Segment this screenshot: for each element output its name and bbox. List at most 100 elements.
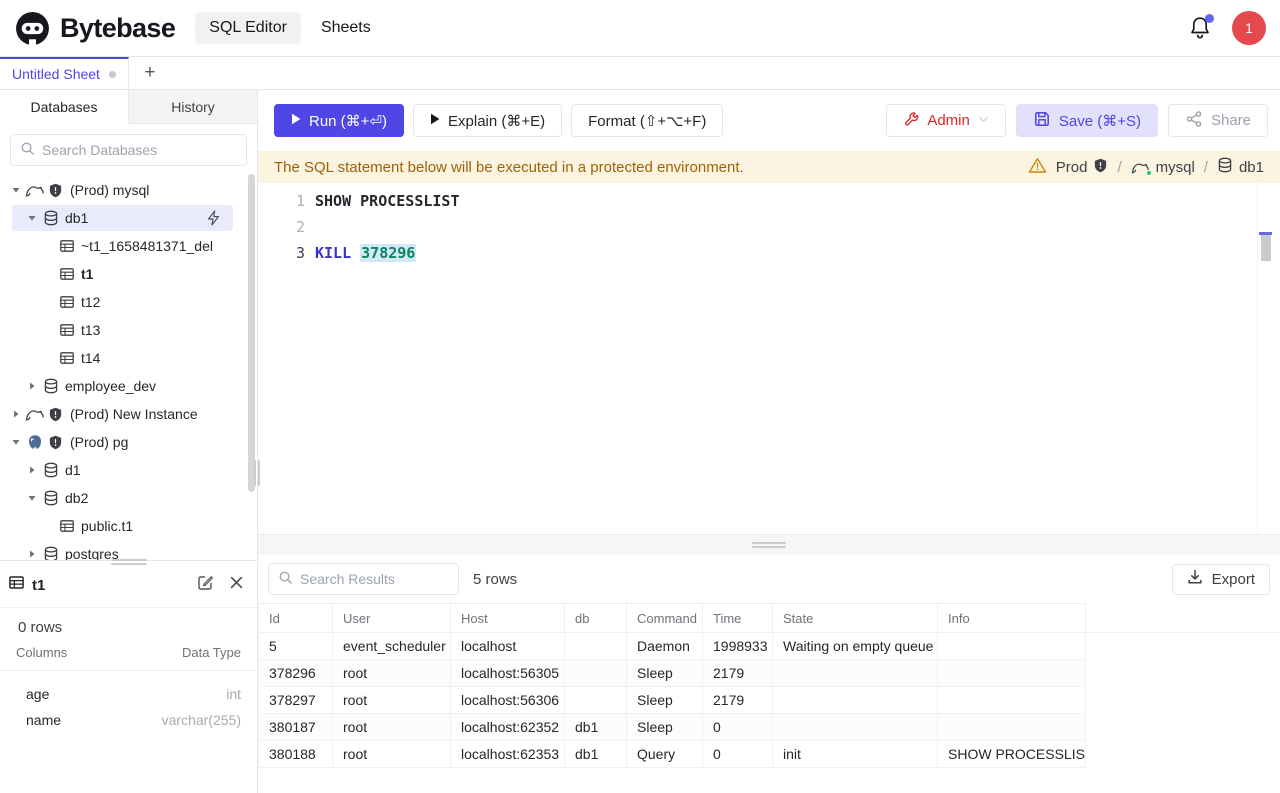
notification-bell-icon[interactable] [1188, 15, 1212, 41]
column-header[interactable]: Info [938, 604, 1086, 633]
column-header[interactable]: Id [259, 604, 333, 633]
table-cell: 378297 [259, 687, 333, 714]
schema-column-row[interactable]: namevarchar(255) [0, 707, 257, 733]
tree-item[interactable]: public.t1 [0, 512, 257, 540]
table-icon [56, 266, 78, 282]
column-header[interactable]: Command [627, 604, 703, 633]
brand-wordmark: Bytebase [60, 13, 175, 44]
editor-scrollbar-thumb[interactable] [1261, 235, 1271, 261]
export-button[interactable]: Export [1172, 564, 1270, 595]
tree-item-label: t1 [81, 266, 93, 282]
table-row[interactable]: 380188rootlocalhost:62353db1Query0initSH… [259, 741, 1280, 768]
database-icon [1217, 157, 1233, 177]
column-header[interactable]: db [565, 604, 627, 633]
results-resize-divider[interactable] [258, 534, 1280, 555]
caret-down-icon[interactable] [8, 437, 24, 447]
format-button[interactable]: Format (⇧+⌥+F) [571, 104, 723, 137]
schema-column-row[interactable]: ageint [0, 681, 257, 707]
table-row[interactable]: 378296rootlocalhost:56305Sleep2179 [259, 660, 1280, 687]
mysql-icon [24, 407, 46, 422]
search-results-input[interactable]: Search Results [268, 563, 459, 595]
tree-item[interactable]: (Prod) pg [0, 428, 257, 456]
column-header[interactable]: User [333, 604, 451, 633]
lightning-icon[interactable] [206, 210, 221, 226]
line-number: 2 [258, 214, 305, 240]
database-icon [40, 546, 62, 560]
column-header[interactable]: Host [451, 604, 565, 633]
caret-down-icon[interactable] [8, 185, 24, 195]
tree-item-label: db1 [65, 210, 88, 226]
editor-toolbar: Run (⌘+⏎) Explain (⌘+E) Format (⇧+⌥+F) A… [258, 90, 1280, 151]
protected-environment-banner: The SQL statement below will be executed… [258, 151, 1280, 183]
tab-databases[interactable]: Databases [0, 90, 128, 124]
caret-down-icon[interactable] [24, 493, 40, 503]
tree-item[interactable]: db2 [0, 484, 257, 512]
database-icon [40, 378, 62, 394]
column-header[interactable]: Time [703, 604, 773, 633]
table-cell: init [773, 741, 938, 768]
tree-item[interactable]: t13 [0, 316, 257, 344]
caret-right-icon[interactable] [8, 409, 24, 419]
editor-line[interactable]: 1SHOW PROCESSLIST [258, 188, 1280, 214]
close-panel-icon[interactable] [230, 576, 243, 594]
tree-item[interactable]: ~t1_1658481371_del [0, 232, 257, 260]
tab-history[interactable]: History [128, 90, 257, 124]
tree-item[interactable]: t14 [0, 344, 257, 372]
shield-exclaim-icon [46, 183, 65, 198]
tree-item-label: (Prod) pg [70, 434, 128, 450]
sql-editor[interactable]: 1SHOW PROCESSLIST23KILL 378296 [258, 183, 1280, 534]
filler-cell [1086, 714, 1280, 741]
admin-button[interactable]: Admin [886, 104, 1006, 137]
tree-item[interactable]: t1 [0, 260, 257, 288]
avatar[interactable]: 1 [1232, 11, 1266, 45]
run-button[interactable]: Run (⌘+⏎) [274, 104, 404, 137]
tree-item[interactable]: t12 [0, 288, 257, 316]
tree-item-label: employee_dev [65, 378, 156, 394]
tab-untitled-sheet[interactable]: Untitled Sheet [0, 57, 129, 89]
table-row[interactable]: 380187rootlocalhost:62352db1Sleep0 [259, 714, 1280, 741]
unsaved-dot-icon [109, 71, 116, 78]
tree-item[interactable]: d1 [0, 456, 257, 484]
table-cell: Sleep [627, 714, 703, 741]
caret-right-icon[interactable] [24, 465, 40, 475]
sidebar-resize-handle[interactable] [254, 460, 261, 486]
column-header[interactable]: State [773, 604, 938, 633]
tree-item-label: ~t1_1658481371_del [81, 238, 213, 254]
table-cell: root [333, 741, 451, 768]
database-tree: (Prod) mysqldb1~t1_1658481371_delt1t12t1… [0, 172, 257, 560]
shield-exclaim-icon [46, 435, 65, 450]
editor-line[interactable]: 3KILL 378296 [258, 240, 1280, 266]
table-row[interactable]: 378297rootlocalhost:56306Sleep2179 [259, 687, 1280, 714]
save-button[interactable]: Save (⌘+S) [1016, 104, 1158, 137]
caret-right-icon[interactable] [24, 381, 40, 391]
edit-table-icon[interactable] [197, 574, 214, 596]
editor-line[interactable]: 2 [258, 214, 1280, 240]
nav-sheets[interactable]: Sheets [307, 12, 385, 44]
nav-sql-editor[interactable]: SQL Editor [195, 12, 301, 44]
table-cell [565, 687, 627, 714]
search-results-placeholder: Search Results [300, 571, 395, 587]
tree-item[interactable]: (Prod) New Instance [0, 400, 257, 428]
tree-scrollbar[interactable] [248, 174, 255, 492]
table-icon [8, 574, 25, 596]
editor-overview-ruler[interactable] [1257, 183, 1271, 534]
sheet-tab-label: Untitled Sheet [12, 66, 100, 82]
caret-down-icon[interactable] [24, 213, 40, 223]
new-sheet-button[interactable]: + [129, 57, 171, 89]
tree-item[interactable]: db1 [0, 204, 257, 232]
mysql-icon [24, 183, 46, 198]
table-row[interactable]: 5event_schedulerlocalhostDaemon1998933Wa… [259, 633, 1280, 660]
table-cell: localhost:56305 [451, 660, 565, 687]
explain-button[interactable]: Explain (⌘+E) [413, 104, 562, 137]
line-number: 1 [258, 188, 305, 214]
caret-right-icon[interactable] [24, 549, 40, 559]
database-icon [40, 210, 62, 226]
shield-exclaim-icon [1093, 158, 1108, 177]
tree-item[interactable]: (Prod) mysql [0, 176, 257, 204]
table-cell [938, 633, 1086, 660]
table-icon [56, 322, 78, 338]
tree-item[interactable]: employee_dev [0, 372, 257, 400]
share-button[interactable]: Share [1168, 104, 1268, 137]
search-databases-input[interactable]: Search Databases [10, 134, 247, 166]
table-cell [773, 714, 938, 741]
